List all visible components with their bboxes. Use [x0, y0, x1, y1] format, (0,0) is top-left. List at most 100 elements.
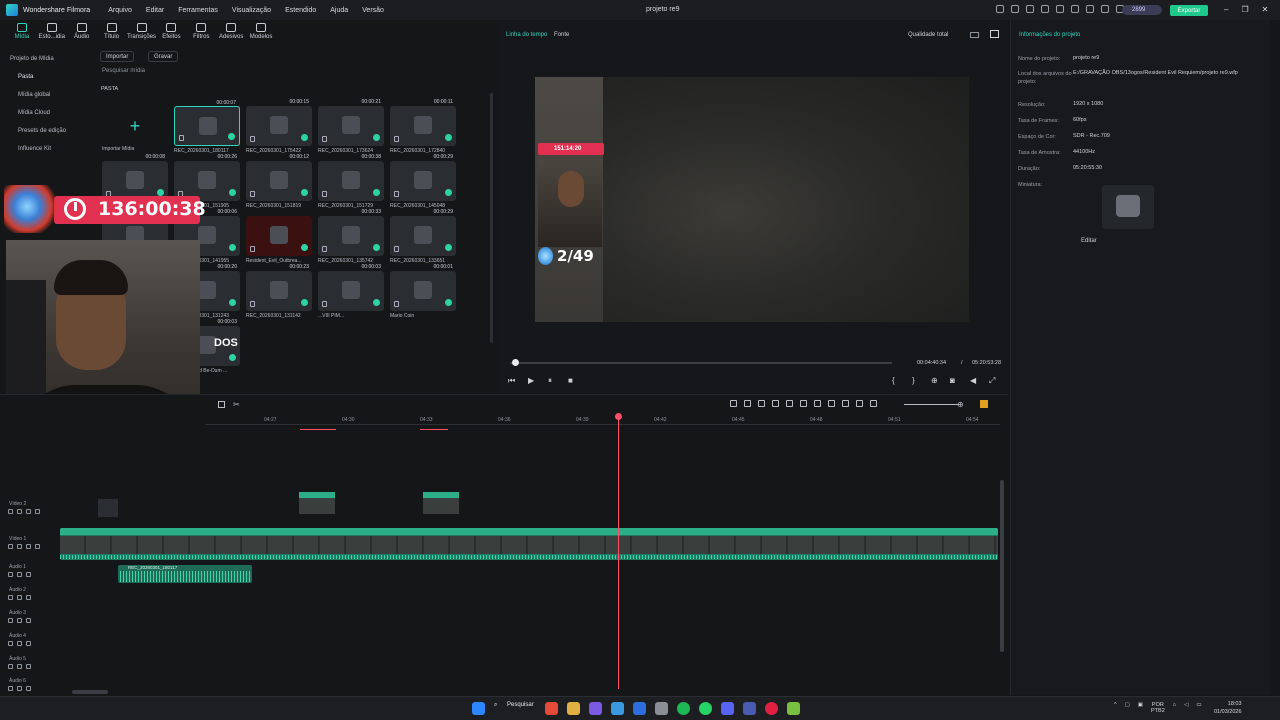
media-thumb[interactable]: 00:00:23: [246, 264, 312, 311]
network-icon[interactable]: ⌂: [1173, 702, 1176, 714]
timeline-v-scrollbar[interactable]: [1000, 480, 1004, 652]
taskbar-search[interactable]: ⌕ Pesquisar: [494, 702, 536, 715]
export-button[interactable]: Exportar: [1170, 5, 1208, 16]
mute-icon[interactable]: [17, 641, 22, 646]
mute-icon[interactable]: [17, 544, 22, 549]
lock-icon[interactable]: [8, 572, 13, 577]
link-icon[interactable]: [26, 509, 31, 514]
import-button[interactable]: Importar: [100, 51, 135, 62]
tab-efeitos[interactable]: Efeitos: [158, 20, 186, 46]
playback-progress[interactable]: [510, 359, 892, 366]
subtitle-icon[interactable]: [842, 400, 849, 407]
taskbar-clock[interactable]: 18:03 01/03/2026: [1214, 700, 1242, 716]
marker-icon[interactable]: [800, 400, 807, 407]
sidebar-item-influence-kit[interactable]: Influence Kit: [18, 146, 51, 152]
sidebar-item-presets[interactable]: Presets de edição: [18, 128, 66, 134]
video2-clip[interactable]: [423, 492, 459, 514]
notepad-icon[interactable]: [787, 702, 800, 715]
record-app-icon[interactable]: [765, 702, 778, 715]
playback-knob[interactable]: [511, 359, 519, 366]
save-icon[interactable]: [1056, 5, 1064, 13]
link-icon[interactable]: [26, 572, 31, 577]
tab-midia[interactable]: Mídia: [8, 20, 36, 46]
record-button[interactable]: Gravar: [148, 51, 179, 62]
zoom-slider[interactable]: [904, 404, 959, 405]
lock-icon[interactable]: [8, 618, 13, 623]
battery-icon[interactable]: ▭: [1196, 702, 1201, 714]
stop-icon[interactable]: ■: [568, 376, 573, 385]
playhead-handle[interactable]: [615, 413, 622, 420]
pause-icon[interactable]: ⏸: [548, 376, 552, 386]
lock-icon[interactable]: [8, 641, 13, 646]
video2-clip[interactable]: [299, 492, 335, 514]
tray-arrow-icon[interactable]: ^: [1114, 702, 1117, 714]
thumbnail-preview[interactable]: [1102, 185, 1154, 229]
mute-icon[interactable]: [17, 664, 22, 669]
speed-icon[interactable]: [786, 400, 793, 407]
language-indicator[interactable]: POR PTB2: [1151, 702, 1165, 714]
obs-icon[interactable]: [655, 702, 668, 715]
eye-icon[interactable]: [35, 509, 40, 514]
file-explorer-icon[interactable]: [567, 702, 580, 715]
tab-timeline[interactable]: Linha do tempo: [506, 32, 547, 38]
tab-modelos[interactable]: Modelos: [247, 20, 275, 46]
menu-ajuda[interactable]: Ajuda: [330, 7, 348, 14]
layout-toggle-icon[interactable]: [970, 32, 979, 38]
search-input[interactable]: Pesquisar mídia: [102, 68, 145, 74]
audio1-clip[interactable]: REC_20260301_180117: [118, 565, 252, 583]
app-icon[interactable]: [721, 702, 734, 715]
media-thumb[interactable]: 00:00:29: [390, 209, 456, 256]
media-thumb[interactable]: 00:00:38: [318, 154, 384, 201]
close-icon[interactable]: ✕: [1262, 5, 1269, 14]
camera-icon[interactable]: ◙: [950, 376, 955, 385]
credits-badge[interactable]: 2899: [1122, 5, 1162, 15]
media-scrollbar[interactable]: [490, 93, 493, 343]
lock-icon[interactable]: [8, 664, 13, 669]
lock-icon[interactable]: [8, 509, 13, 514]
media-thumb[interactable]: 00:00:29: [390, 154, 456, 201]
menu-estendido[interactable]: Estendido: [285, 7, 316, 14]
volume-icon[interactable]: ◀: [970, 376, 976, 385]
tray-icon[interactable]: ▢: [1125, 702, 1130, 714]
menu-visualizacao[interactable]: Visualização: [232, 7, 271, 14]
keyframe-icon[interactable]: [758, 400, 765, 407]
split-icon[interactable]: ✂: [233, 400, 240, 409]
tab-titulo[interactable]: Título: [98, 20, 126, 46]
tab-audio[interactable]: Áudio: [68, 20, 96, 46]
ai-tool-icon[interactable]: [730, 400, 737, 407]
upload-icon[interactable]: [1011, 5, 1019, 13]
media-thumb[interactable]: 00:00:03: [318, 264, 384, 311]
media-thumb[interactable]: 00:00:01: [390, 264, 456, 311]
mic-icon[interactable]: [814, 400, 821, 407]
zoom-out-icon[interactable]: [870, 400, 877, 407]
playhead[interactable]: [615, 413, 622, 689]
minimize-icon[interactable]: –: [1224, 5, 1228, 14]
media-thumb[interactable]: 00:00:15: [246, 99, 312, 146]
quality-dropdown[interactable]: Qualidade total: [908, 32, 948, 38]
maximize-icon[interactable]: ❐: [1241, 5, 1248, 14]
media-thumb[interactable]: 00:00:07: [174, 100, 240, 146]
mark-out-icon[interactable]: }: [912, 376, 915, 385]
tab-source[interactable]: Fonte: [554, 32, 569, 38]
sidebar-item-midia-global[interactable]: Mídia global: [18, 92, 50, 98]
media-thumb[interactable]: [246, 216, 312, 256]
sidebar-item-projeto[interactable]: Projeto de Mídia: [10, 56, 54, 62]
crop-icon[interactable]: [218, 401, 225, 408]
zoom-icon[interactable]: ⊕: [931, 376, 938, 385]
link-icon[interactable]: [26, 595, 31, 600]
tab-filtros[interactable]: Filtros: [187, 20, 215, 46]
media-thumb[interactable]: 00:00:21: [318, 99, 384, 146]
settings-icon[interactable]: [1101, 5, 1109, 13]
step-back-icon[interactable]: ⏮: [508, 376, 515, 386]
layout-icon[interactable]: [1041, 5, 1049, 13]
vscode-icon[interactable]: [633, 702, 646, 715]
mute-icon[interactable]: [17, 686, 22, 691]
snapshot-tool-icon[interactable]: [772, 400, 779, 407]
mixer-icon[interactable]: [828, 400, 835, 407]
video-frame[interactable]: 151:14:20 2/49: [535, 77, 969, 322]
mute-icon[interactable]: [17, 595, 22, 600]
gift-icon[interactable]: [996, 5, 1004, 13]
zoom-in-icon[interactable]: ⊕: [957, 400, 964, 409]
mark-in-icon[interactable]: {: [892, 376, 895, 385]
link-icon[interactable]: [26, 641, 31, 646]
